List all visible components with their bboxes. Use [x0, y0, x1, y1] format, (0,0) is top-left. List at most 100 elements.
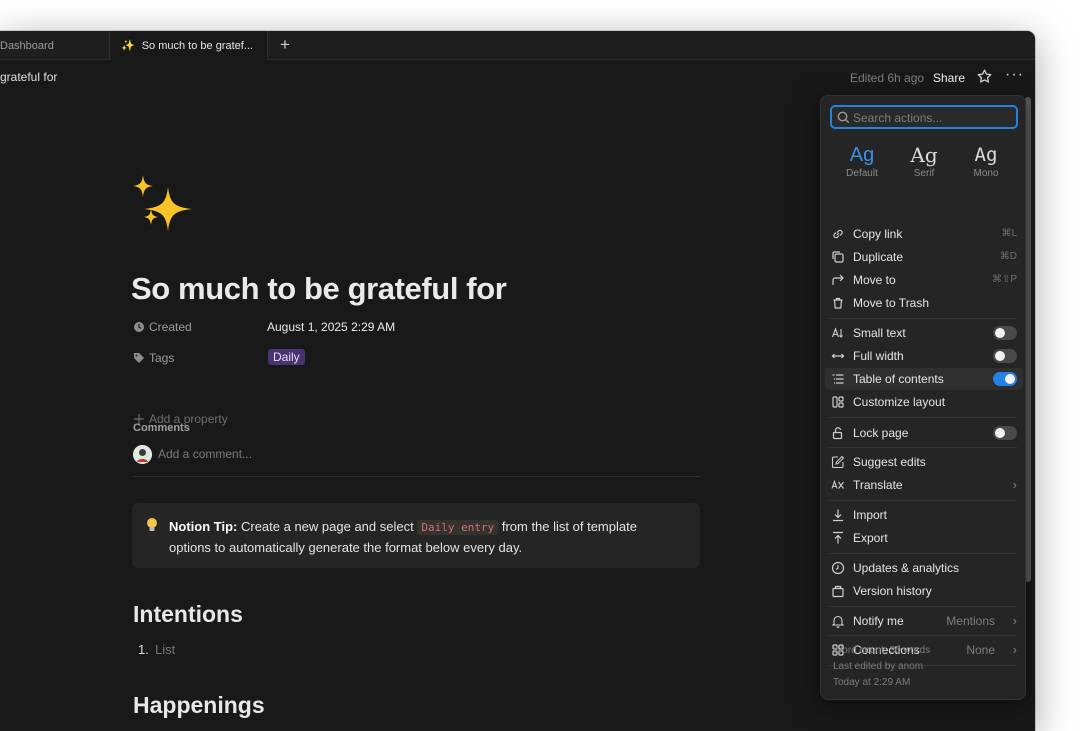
menu-item-import[interactable]: Import — [825, 504, 1023, 526]
table-of-contents-icon — [831, 372, 845, 386]
divider — [133, 476, 700, 477]
menu-separator — [829, 447, 1017, 448]
sparkles-icon: ✨ — [121, 40, 135, 52]
text-size-icon — [831, 326, 845, 340]
link-icon — [831, 227, 845, 241]
menu-item-notify-me[interactable]: Notify me Mentions › — [825, 610, 1023, 632]
menu-item-full-width[interactable]: Full width — [825, 345, 1023, 367]
search-field[interactable] — [830, 105, 1018, 129]
avatar — [133, 445, 152, 464]
star-icon[interactable] — [976, 68, 993, 85]
more-icon[interactable]: ··· — [1005, 66, 1024, 84]
font-selector: Ag Default Ag Serif Ag Mono — [831, 144, 1017, 184]
font-option-default[interactable]: Ag Default — [831, 144, 893, 179]
page-actions-menu: Ag Default Ag Serif Ag Mono Copy link ⌘L… — [820, 95, 1026, 700]
menu-item-move-to[interactable]: Move to ⌘⇧P — [825, 269, 1023, 291]
analytics-clock-icon — [831, 561, 845, 575]
connections-grid-icon — [831, 643, 845, 657]
heading-happenings[interactable]: Happenings — [133, 692, 265, 719]
list-item[interactable]: List — [155, 642, 175, 657]
font-sample: Ag — [974, 144, 998, 166]
menu-item-connections[interactable]: Connections None › — [825, 639, 1023, 661]
full-width-icon — [831, 349, 845, 363]
menu-item-updates-analytics[interactable]: Updates & analytics — [825, 557, 1023, 579]
property-tags[interactable]: Tags — [133, 351, 174, 365]
inline-code: Daily entry — [417, 520, 499, 535]
font-sample: Ag — [849, 144, 875, 166]
chevron-right-icon: › — [1012, 477, 1017, 492]
tab-dashboard[interactable]: Dashboard — [0, 31, 110, 60]
menu-item-version-history[interactable]: Version history — [825, 580, 1023, 602]
search-icon — [837, 111, 850, 124]
clock-icon — [133, 321, 145, 333]
page-title[interactable]: So much to be grateful for — [131, 271, 507, 307]
export-icon — [831, 531, 845, 545]
font-option-mono[interactable]: Ag Mono — [955, 144, 1017, 179]
breadcrumb[interactable]: grateful for — [0, 70, 57, 84]
notify-value: Mentions — [946, 614, 995, 628]
property-label: Tags — [149, 351, 175, 365]
callout-block[interactable]: Notion Tip: Create a new page and select… — [132, 503, 700, 568]
menu-item-export[interactable]: Export — [825, 527, 1023, 549]
lock-page-toggle[interactable] — [993, 426, 1017, 440]
search-input[interactable] — [853, 109, 1013, 126]
translate-icon — [831, 478, 845, 492]
menu-separator — [829, 635, 1017, 636]
menu-item-lock-page[interactable]: Lock page — [825, 422, 1023, 444]
font-label: Serif — [913, 168, 935, 179]
font-option-serif[interactable]: Ag Serif — [893, 144, 955, 179]
tab-bar: Dashboard ✨ So much to be gratef... + — [0, 31, 1035, 60]
bell-icon — [831, 614, 845, 628]
callout-text: Notion Tip: Create a new page and select… — [169, 517, 669, 558]
comment-input[interactable]: Add a comment... — [158, 447, 252, 461]
font-label: Default — [846, 168, 878, 179]
share-button[interactable]: Share — [933, 71, 965, 85]
plus-icon[interactable]: + — [276, 36, 294, 54]
menu-separator — [829, 318, 1017, 319]
menu-separator — [829, 606, 1017, 607]
menu-item-move-to-trash[interactable]: Move to Trash — [825, 292, 1023, 314]
tab-current-page[interactable]: ✨ So much to be gratef... — [111, 31, 268, 60]
property-created[interactable]: Created — [133, 320, 192, 334]
callout-text-before: Create a new page and select — [240, 519, 414, 534]
heading-intentions[interactable]: Intentions — [133, 601, 243, 628]
lock-icon — [831, 426, 845, 440]
list-number: 1. — [138, 642, 149, 657]
full-width-toggle[interactable] — [993, 349, 1017, 363]
menu-separator — [829, 553, 1017, 554]
font-label: Mono — [973, 168, 999, 179]
history-icon — [831, 584, 845, 598]
edited-status: Edited 6h ago — [850, 71, 925, 85]
comments-label: Comments — [133, 422, 190, 434]
suggest-edits-icon — [831, 455, 845, 469]
property-created-value: August 1, 2025 2:29 AM — [267, 320, 396, 334]
tag-icon — [133, 352, 145, 364]
chevron-right-icon: › — [1012, 613, 1017, 628]
tab-label: So much to be gratef... — [141, 39, 253, 52]
menu-item-copy-link[interactable]: Copy link ⌘L — [825, 223, 1023, 245]
menu-separator — [829, 665, 1017, 666]
chevron-right-icon: › — [1012, 642, 1017, 657]
property-label: Created — [149, 320, 192, 334]
menu-separator — [829, 500, 1017, 501]
menu-item-small-text[interactable]: Small text — [825, 322, 1023, 344]
menu-item-customize-layout[interactable]: Customize layout — [825, 391, 1023, 413]
menu-item-duplicate[interactable]: Duplicate ⌘D — [825, 246, 1023, 268]
duplicate-icon — [831, 250, 845, 264]
page-header: grateful for Edited 6h ago Share ··· — [0, 60, 1035, 96]
menu-item-table-of-contents[interactable]: Table of contents — [825, 368, 1023, 390]
table-of-contents-toggle[interactable] — [993, 372, 1017, 386]
tag-daily[interactable]: Daily — [268, 349, 305, 365]
connections-value: None — [966, 643, 995, 657]
menu-item-suggest-edits[interactable]: Suggest edits — [825, 451, 1023, 473]
lightbulb-icon — [146, 517, 158, 533]
sparkles-icon[interactable] — [132, 173, 196, 237]
callout-bold: Notion Tip: — [169, 519, 238, 534]
small-text-toggle[interactable] — [993, 326, 1017, 340]
tab-label: Dashboard — [0, 39, 54, 52]
notion-window: Dashboard ✨ So much to be gratef... + gr… — [0, 31, 1035, 731]
font-sample: Ag — [910, 143, 938, 167]
import-icon — [831, 508, 845, 522]
menu-item-translate[interactable]: Translate › — [825, 474, 1023, 496]
layout-icon — [831, 395, 845, 409]
